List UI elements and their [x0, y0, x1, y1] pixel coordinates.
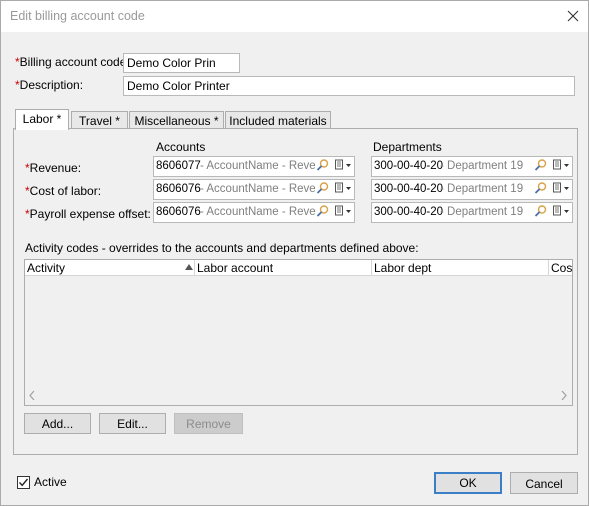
search-icon[interactable] [316, 204, 332, 221]
activity-codes-caption: Activity codes - overrides to the accoun… [25, 241, 419, 255]
search-icon[interactable] [534, 158, 550, 175]
revenue-dept-field[interactable]: 300-00-40-20 - Department 19 [371, 156, 573, 177]
options-dropdown-icon[interactable] [552, 204, 572, 221]
close-icon [567, 10, 579, 22]
options-dropdown-icon[interactable] [552, 158, 572, 175]
column-activity[interactable]: Activity [25, 260, 195, 276]
options-dropdown-icon[interactable] [334, 204, 354, 221]
column-labor-dept[interactable]: Labor dept [372, 260, 549, 276]
description-input[interactable]: Demo Color Printer [123, 76, 575, 96]
sort-ascending-icon [185, 264, 193, 270]
edit-billing-dialog: Edit billing account code *Billing accou… [0, 0, 589, 506]
options-dropdown-icon[interactable] [552, 181, 572, 198]
active-label: Active [34, 475, 67, 489]
revenue-account-field[interactable]: 8606077 - AccountName - Reven [153, 156, 355, 177]
title-bar: Edit billing account code [1, 1, 588, 32]
billing-code-label: *Billing account code [15, 55, 127, 69]
active-checkbox[interactable] [17, 476, 30, 489]
payroll-expense-account-field[interactable]: 8606076 - AccountName - Reven [153, 202, 355, 223]
horizontal-scrollbar[interactable] [25, 386, 572, 405]
revenue-label: *Revenue: [25, 161, 82, 175]
cost-of-labor-dept-field[interactable]: 300-00-40-20 - Department 19 [371, 179, 573, 200]
billing-code-input[interactable]: Demo Color Prin [123, 53, 240, 73]
search-icon[interactable] [534, 181, 550, 198]
options-dropdown-icon[interactable] [334, 181, 354, 198]
search-icon[interactable] [316, 158, 332, 175]
departments-header: Departments [373, 140, 442, 154]
search-icon[interactable] [534, 204, 550, 221]
activity-codes-grid[interactable]: Activity Labor account Labor dept Cost [24, 259, 573, 406]
description-label: *Description: [15, 78, 84, 92]
cost-of-labor-label: *Cost of labor: [25, 184, 102, 198]
payroll-expense-dept-field[interactable]: 300-00-40-20 - Department 19 [371, 202, 573, 223]
search-icon[interactable] [316, 181, 332, 198]
grid-header: Activity Labor account Labor dept Cost [25, 260, 572, 276]
edit-button[interactable]: Edit... [99, 413, 166, 434]
checkmark-icon [18, 478, 29, 487]
close-button[interactable] [558, 1, 588, 32]
add-button[interactable]: Add... [24, 413, 91, 434]
tab-labor[interactable]: Labor * [15, 109, 69, 130]
column-cost[interactable]: Cost [549, 260, 572, 276]
scroll-left-icon[interactable] [29, 391, 35, 400]
window-title: Edit billing account code [10, 9, 145, 23]
cancel-button[interactable]: Cancel [510, 472, 578, 494]
accounts-header: Accounts [156, 140, 206, 154]
cost-of-labor-account-field[interactable]: 8606076 - AccountName - Reven [153, 179, 355, 200]
column-labor-account[interactable]: Labor account [195, 260, 372, 276]
scroll-right-icon[interactable] [561, 391, 567, 400]
remove-button[interactable]: Remove [174, 413, 243, 434]
payroll-expense-label: *Payroll expense offset: [25, 207, 151, 221]
options-dropdown-icon[interactable] [334, 158, 354, 175]
ok-button[interactable]: OK [434, 472, 502, 494]
